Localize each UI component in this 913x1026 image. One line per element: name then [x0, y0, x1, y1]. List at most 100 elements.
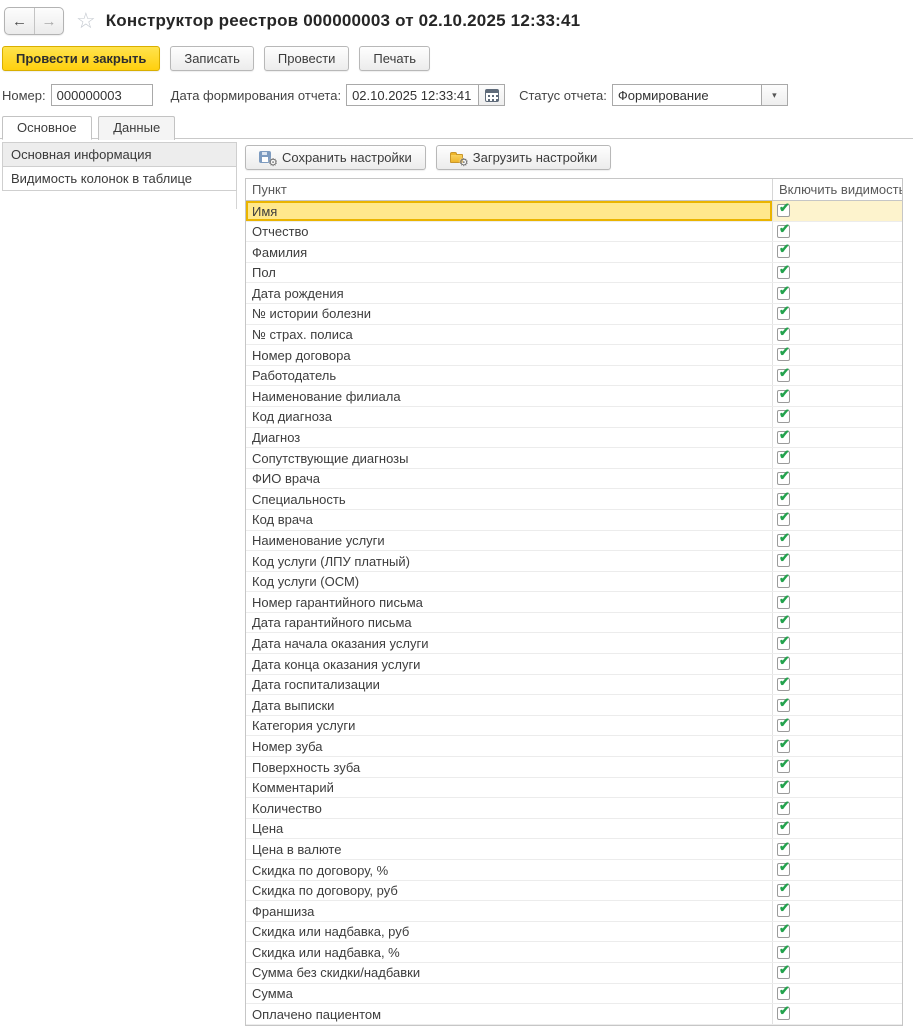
table-row[interactable]: Дата начала оказания услуги — [246, 633, 902, 654]
visibility-checkbox[interactable] — [777, 760, 790, 773]
table-row[interactable]: Диагноз — [246, 428, 902, 449]
visibility-checkbox[interactable] — [777, 390, 790, 403]
table-row[interactable]: № страх. полиса — [246, 325, 902, 346]
visibility-checkbox[interactable] — [777, 451, 790, 464]
table-row[interactable]: Номер зуба — [246, 736, 902, 757]
visibility-checkbox[interactable] — [777, 719, 790, 732]
visibility-checkbox[interactable] — [777, 863, 790, 876]
table-row[interactable]: Пол — [246, 263, 902, 284]
table-row[interactable]: Количество — [246, 798, 902, 819]
visibility-checkbox[interactable] — [777, 822, 790, 835]
visibility-checkbox[interactable] — [777, 1007, 790, 1020]
status-field[interactable] — [612, 84, 762, 106]
table-row[interactable]: Дата гарантийного письма — [246, 613, 902, 634]
sidebar-item-column-visibility[interactable]: Видимость колонок в таблице — [2, 166, 237, 191]
table-row[interactable]: Скидка по договору, руб — [246, 881, 902, 902]
visibility-checkbox[interactable] — [777, 245, 790, 258]
number-field[interactable] — [51, 84, 153, 106]
table-row[interactable]: Работодатель — [246, 366, 902, 387]
load-settings-button[interactable]: Загрузить настройки — [436, 145, 612, 170]
table-row[interactable]: Категория услуги — [246, 716, 902, 737]
table-row[interactable]: Фамилия — [246, 242, 902, 263]
sidebar-item-main-info[interactable]: Основная информация — [2, 142, 237, 167]
visibility-checkbox[interactable] — [777, 678, 790, 691]
visibility-checkbox[interactable] — [777, 287, 790, 300]
visibility-checkbox[interactable] — [777, 904, 790, 917]
visibility-checkbox[interactable] — [777, 616, 790, 629]
calendar-picker-button[interactable] — [479, 84, 505, 106]
visibility-checkbox[interactable] — [777, 410, 790, 423]
table-row[interactable]: Отчество — [246, 222, 902, 243]
table-row[interactable]: Скидка или надбавка, % — [246, 942, 902, 963]
table-row[interactable]: Код диагноза — [246, 407, 902, 428]
visibility-checkbox[interactable] — [777, 348, 790, 361]
table-row[interactable]: Скидка или надбавка, руб — [246, 922, 902, 943]
visibility-checkbox[interactable] — [777, 657, 790, 670]
visibility-checkbox[interactable] — [777, 946, 790, 959]
table-row[interactable]: Номер гарантийного письма — [246, 592, 902, 613]
visibility-checkbox[interactable] — [777, 596, 790, 609]
visibility-checkbox[interactable] — [777, 925, 790, 938]
visibility-checkbox[interactable] — [777, 225, 790, 238]
status-dropdown-button[interactable]: ▾ — [762, 84, 788, 106]
column-header-visibility[interactable]: Включить видимость — [773, 179, 902, 200]
visibility-checkbox[interactable] — [777, 802, 790, 815]
visibility-checkbox[interactable] — [777, 987, 790, 1000]
table-row[interactable]: Код услуги (ОСМ) — [246, 572, 902, 593]
table-row[interactable]: № истории болезни — [246, 304, 902, 325]
table-row[interactable]: Имя — [246, 201, 902, 222]
visibility-checkbox[interactable] — [777, 266, 790, 279]
table-row[interactable]: Код врача — [246, 510, 902, 531]
table-row[interactable]: Наименование услуги — [246, 531, 902, 552]
table-row[interactable]: Франшиза — [246, 901, 902, 922]
table-row[interactable]: Код услуги (ЛПУ платный) — [246, 551, 902, 572]
table-row[interactable]: Специальность — [246, 489, 902, 510]
visibility-checkbox[interactable] — [777, 369, 790, 382]
table-row[interactable]: Сопутствующие диагнозы — [246, 448, 902, 469]
back-icon[interactable]: ← — [5, 8, 34, 34]
visibility-checkbox[interactable] — [777, 575, 790, 588]
save-settings-button[interactable]: Сохранить настройки — [245, 145, 426, 170]
visibility-checkbox[interactable] — [777, 554, 790, 567]
visibility-checkbox[interactable] — [777, 637, 790, 650]
table-row[interactable]: Дата госпитализации — [246, 675, 902, 696]
table-row[interactable]: Оплачено пациентом — [246, 1004, 902, 1025]
table-row[interactable]: Скидка по договору, % — [246, 860, 902, 881]
visibility-checkbox[interactable] — [777, 307, 790, 320]
tab-data[interactable]: Данные — [98, 116, 175, 140]
visibility-checkbox[interactable] — [777, 966, 790, 979]
forward-icon[interactable]: → — [34, 8, 63, 34]
visibility-checkbox[interactable] — [777, 431, 790, 444]
table-row[interactable]: Дата конца оказания услуги — [246, 654, 902, 675]
favorite-star-icon[interactable]: ☆ — [76, 10, 96, 32]
post-button[interactable]: Провести — [264, 46, 350, 71]
table-row[interactable]: Наименование филиала — [246, 386, 902, 407]
print-button[interactable]: Печать — [359, 46, 430, 71]
visibility-checkbox[interactable] — [777, 843, 790, 856]
visibility-checkbox[interactable] — [777, 884, 790, 897]
table-row[interactable]: Поверхность зуба — [246, 757, 902, 778]
visibility-checkbox[interactable] — [777, 328, 790, 341]
table-row[interactable]: Дата рождения — [246, 283, 902, 304]
post-and-close-button[interactable]: Провести и закрыть — [2, 46, 160, 71]
write-button[interactable]: Записать — [170, 46, 254, 71]
visibility-checkbox[interactable] — [777, 472, 790, 485]
table-row[interactable]: Дата выписки — [246, 695, 902, 716]
table-row[interactable]: Цена в валюте — [246, 839, 902, 860]
visibility-checkbox[interactable] — [777, 513, 790, 526]
visibility-checkbox[interactable] — [777, 781, 790, 794]
tab-main[interactable]: Основное — [2, 116, 92, 140]
table-row[interactable]: Номер договора — [246, 345, 902, 366]
table-row[interactable]: ФИО врача — [246, 469, 902, 490]
table-row[interactable]: Комментарий — [246, 778, 902, 799]
table-row[interactable]: Цена — [246, 819, 902, 840]
table-row[interactable]: Сумма без скидки/надбавки — [246, 963, 902, 984]
visibility-checkbox[interactable] — [777, 699, 790, 712]
visibility-checkbox[interactable] — [777, 740, 790, 753]
column-header-item[interactable]: Пункт — [246, 179, 773, 200]
visibility-checkbox[interactable] — [777, 493, 790, 506]
visibility-checkbox[interactable] — [777, 534, 790, 547]
visibility-checkbox[interactable] — [777, 204, 790, 217]
table-row[interactable]: Сумма — [246, 984, 902, 1005]
report-date-field[interactable] — [346, 84, 479, 106]
